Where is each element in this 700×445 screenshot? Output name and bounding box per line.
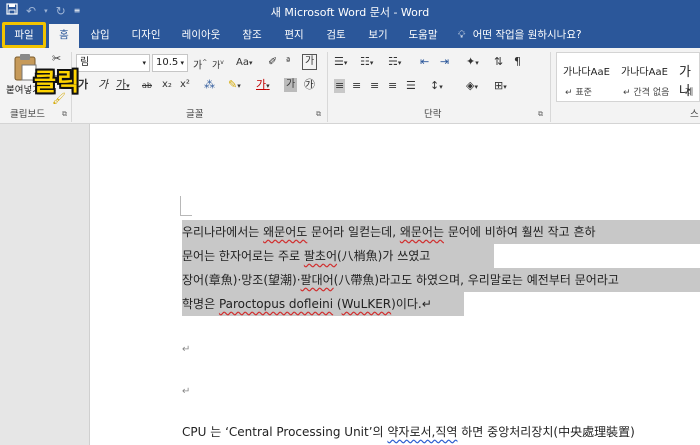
tab-help[interactable]: 도움말	[402, 22, 444, 48]
phonetic-guide-icon[interactable]: ª	[286, 55, 290, 69]
align-center-icon[interactable]: ≡	[352, 79, 361, 93]
style-heading-label: 제	[685, 88, 694, 98]
multilevel-list-icon[interactable]: ☵▾	[388, 55, 401, 70]
paragraph-line-2: 문어는 한자어로는 주로 팔초어(八梢魚)가 쓰였고	[182, 249, 431, 263]
align-left-icon[interactable]: ≡	[334, 79, 346, 93]
show-hide-marks-icon[interactable]: ¶	[514, 55, 521, 69]
text-effects-icon[interactable]: ⁂	[204, 78, 215, 92]
sort-icon[interactable]: ⇅	[494, 55, 503, 69]
tell-me-text: 어떤 작업을 원하시나요?	[472, 29, 582, 41]
paragraph-group-label: 단락	[424, 109, 442, 120]
font-name-value: 림	[80, 57, 90, 68]
shrink-font-button[interactable]: 가v	[212, 56, 224, 73]
style-normal-label: ↵ 표준	[565, 88, 592, 98]
style-normal-sample[interactable]: 가나다AaE	[563, 63, 610, 78]
chevron-down-icon[interactable]: ▾	[180, 55, 184, 71]
tab-mailings[interactable]: 편지	[278, 22, 310, 48]
strikethrough-button[interactable]: ab	[142, 79, 152, 93]
subscript-button[interactable]: x₂	[162, 78, 172, 92]
group-divider	[550, 52, 551, 122]
tell-me-box[interactable]: 💡︎ 어떤 작업을 원하시나요?	[458, 22, 582, 48]
character-border-icon[interactable]: 가	[302, 54, 318, 70]
styles-gallery[interactable]: 가나다AaE 가나다AaE 가나 ↵ 표준 ↵ 간격 없음 제	[556, 52, 700, 102]
style-no-spacing-label: ↵ 간격 없음	[623, 88, 670, 98]
paragraph-launcher-icon[interactable]: ⧉	[538, 110, 543, 119]
tab-layout[interactable]: 레이아웃	[176, 22, 226, 48]
borders-icon[interactable]: ⊞▾	[494, 79, 507, 94]
ribbon-home: 붙여넣기 ✂ ⧉ 🖌︎ 클립보드 ⧉ 림 ▾ 10.5 ▾ 가^ 가v Aa▾ …	[0, 48, 700, 124]
tab-review[interactable]: 검토	[320, 22, 352, 48]
font-color-button[interactable]: 가▾	[256, 78, 270, 93]
enclose-characters-icon[interactable]: ㉮	[304, 78, 315, 92]
title-bar: ↶ ▾ ↻ ≡ 새 Microsoft Word 문서 - Word	[0, 0, 700, 22]
tab-file[interactable]: 파일	[2, 22, 46, 48]
numbering-icon[interactable]: ☷▾	[360, 55, 373, 70]
clipboard-launcher-icon[interactable]: ⧉	[62, 110, 67, 119]
bullets-icon[interactable]: ☰▾	[334, 55, 347, 70]
character-shading-button[interactable]: 가	[284, 78, 298, 92]
ribbon-tabs: 파일 홈 삽입 디자인 레이아웃 참조 편지 검토 보기 도움말 💡︎ 어떤 작…	[0, 22, 700, 48]
font-name-box[interactable]: 림 ▾	[76, 54, 150, 72]
window-title: 새 Microsoft Word 문서 - Word	[270, 6, 430, 19]
italic-button[interactable]: 가	[98, 78, 108, 92]
tab-home[interactable]: 홈	[49, 24, 79, 48]
font-size-value: 10.5	[156, 57, 179, 68]
highlight-color-icon[interactable]: ✎▾	[228, 78, 241, 93]
margin-corner-marker	[180, 196, 192, 216]
asian-layout-icon[interactable]: ✦▾	[466, 55, 479, 70]
left-margin-pane	[0, 124, 89, 445]
tab-references[interactable]: 참조	[236, 22, 268, 48]
styles-group-label: 스	[690, 109, 699, 120]
superscript-button[interactable]: x²	[180, 78, 190, 92]
grow-font-button[interactable]: 가^	[193, 56, 207, 73]
distributed-icon[interactable]: ☰	[406, 79, 416, 93]
tab-view[interactable]: 보기	[362, 22, 394, 48]
paragraph-mark: ↵	[182, 344, 191, 355]
cpu-paragraph-line: CPU 는 ‘Central Processing Unit’의 약자로서,직역…	[182, 425, 635, 439]
lightbulb-icon: 💡︎	[458, 29, 466, 41]
clear-formatting-icon[interactable]: ✐	[268, 55, 277, 69]
chevron-down-icon[interactable]: ▾	[142, 55, 146, 71]
font-group-label: 글꼴	[186, 109, 204, 120]
change-case-button[interactable]: Aa▾	[236, 56, 252, 70]
paragraph-line-4: 학명은 Paroctopus dofleini (WuLKER)이다.↵	[182, 297, 432, 311]
tab-insert[interactable]: 삽입	[84, 22, 116, 48]
font-size-box[interactable]: 10.5 ▾	[152, 54, 188, 72]
increase-indent-icon[interactable]: ⇥	[440, 55, 449, 69]
font-launcher-icon[interactable]: ⧉	[316, 110, 321, 119]
clipboard-group-label: 클립보드	[10, 109, 45, 120]
paragraph-line-1: 우리나라에서는 왜문어도 문어라 일컫는데, 왜문어는 문어에 비하여 훨씬 작…	[182, 225, 596, 239]
align-right-icon[interactable]: ≡	[370, 79, 379, 93]
style-no-spacing-sample[interactable]: 가나다AaE	[621, 63, 668, 78]
shading-icon[interactable]: ◈▾	[466, 79, 478, 94]
group-divider	[327, 52, 328, 122]
line-spacing-icon[interactable]: ↕▾	[430, 79, 443, 94]
underline-button[interactable]: 가▾	[116, 78, 130, 93]
paragraph-line-3: 장어(章魚)·망조(望潮)·팔대어(八帶魚)라고도 하였으며, 우리말로는 예전…	[182, 273, 619, 287]
justify-icon[interactable]: ≡	[388, 79, 397, 93]
document-page[interactable]: 우리나라에서는 왜문어도 문어라 일컫는데, 왜문어는 문어에 비하여 훨씬 작…	[89, 124, 700, 445]
decrease-indent-icon[interactable]: ⇤	[420, 55, 429, 69]
tab-design[interactable]: 디자인	[126, 22, 166, 48]
paragraph-mark: ↵	[182, 386, 191, 397]
click-annotation: 클릭	[34, 68, 81, 96]
